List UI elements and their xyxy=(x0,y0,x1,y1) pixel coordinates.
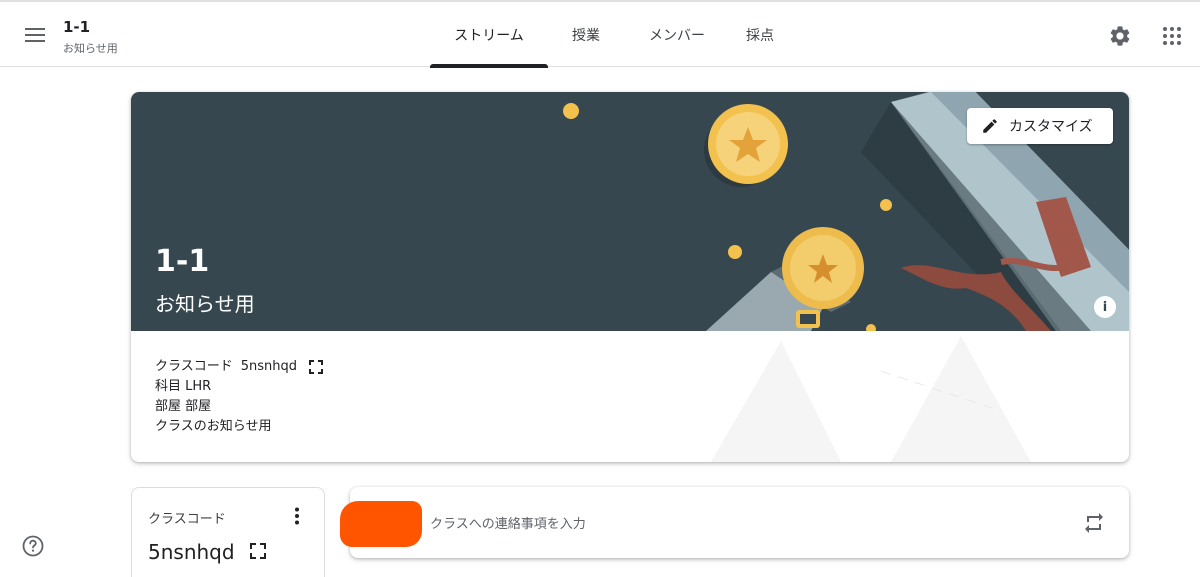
room-row: 部屋 部屋 xyxy=(155,399,212,414)
tab-stream[interactable]: ストリーム xyxy=(430,2,548,68)
fullscreen-icon xyxy=(250,543,266,559)
tab-bar: ストリーム 授業 メンバー 採点 xyxy=(430,2,790,68)
banner-class-title: 1-1 xyxy=(155,244,210,279)
customize-label: カスタマイズ xyxy=(1009,119,1093,135)
subject-row: 科目 LHR xyxy=(155,379,212,394)
class-code-label: クラスコード xyxy=(155,359,233,374)
settings-button[interactable] xyxy=(1108,24,1132,48)
reuse-post-button[interactable] xyxy=(1082,511,1106,535)
repeat-icon xyxy=(1085,513,1103,533)
banner-class-subtitle: お知らせ用 xyxy=(155,292,255,316)
more-vert-icon xyxy=(295,507,299,525)
code-card-more-button[interactable] xyxy=(287,506,307,526)
top-app-bar: 1-1 お知らせ用 ストリーム 授業 メンバー 採点 xyxy=(0,0,1200,68)
display-code-button[interactable] xyxy=(309,360,324,374)
description-row: クラスのお知らせ用 xyxy=(155,419,272,434)
class-code-value[interactable]: 5nsnhqd xyxy=(241,357,297,377)
help-button[interactable] xyxy=(22,535,44,557)
info-icon[interactable]: i xyxy=(1094,296,1116,318)
class-details: クラスコード 5nsnhqd 科目 LHR 部屋 部屋 クラスのお知らせ用 xyxy=(155,357,324,437)
tab-people[interactable]: メンバー xyxy=(624,2,730,67)
class-banner: 1-1 お知らせ用 カスタマイズ i xyxy=(131,92,1129,331)
redacted-avatar xyxy=(340,501,422,547)
announcement-composer[interactable]: クラスへの連絡事項を入力 xyxy=(340,487,1129,558)
settings-icon xyxy=(1110,26,1130,46)
announcement-placeholder[interactable]: クラスへの連絡事項を入力 xyxy=(430,513,586,532)
class-subtitle: お知らせ用 xyxy=(63,42,118,55)
class-title[interactable]: 1-1 xyxy=(63,18,90,36)
tab-classwork[interactable]: 授業 xyxy=(548,2,624,67)
help-icon xyxy=(22,535,44,557)
apps-button[interactable] xyxy=(1160,24,1184,48)
class-code-row: クラスコード 5nsnhqd xyxy=(155,357,324,377)
apps-grid-icon xyxy=(1163,27,1181,45)
class-header-card: 1-1 お知らせ用 カスタマイズ i クラスコード 5nsnhqd 科目 LHR… xyxy=(131,92,1129,462)
code-card-value[interactable]: 5nsnhqd xyxy=(148,540,235,564)
code-card-title: クラスコード xyxy=(148,512,226,527)
tab-grades[interactable]: 採点 xyxy=(730,2,790,67)
main-menu-button[interactable] xyxy=(20,22,50,48)
customize-button[interactable]: カスタマイズ xyxy=(967,108,1113,144)
fullscreen-icon xyxy=(309,360,324,374)
pencil-icon xyxy=(983,119,997,133)
menu-icon xyxy=(25,28,45,42)
class-code-card: クラスコード 5nsnhqd xyxy=(131,487,325,577)
code-card-fullscreen-button[interactable] xyxy=(250,543,266,563)
watermark-illustration xyxy=(711,336,1031,462)
